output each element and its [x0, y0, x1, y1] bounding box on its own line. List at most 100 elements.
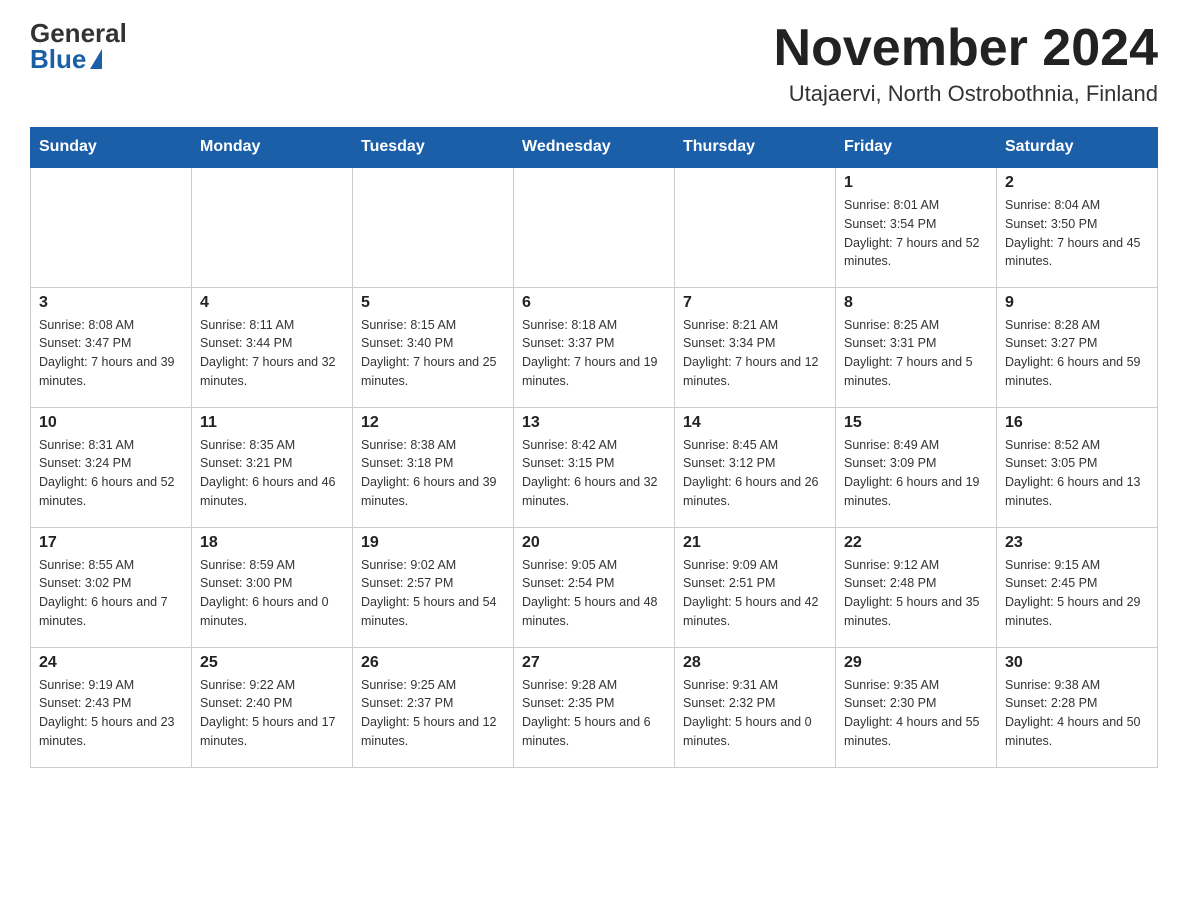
day-number: 23 — [1005, 534, 1149, 552]
calendar-cell: 1 Sunrise: 8:01 AMSunset: 3:54 PMDaylight… — [836, 167, 997, 287]
calendar-cell: 25Sunrise: 9:22 AMSunset: 2:40 PMDayligh… — [192, 647, 353, 767]
day-info: Sunrise: 8:52 AMSunset: 3:05 PMDaylight:… — [1005, 436, 1149, 511]
day-info: Sunrise: 8:49 AMSunset: 3:09 PMDaylight:… — [844, 436, 988, 511]
day-info: Sunrise: 9:15 AMSunset: 2:45 PMDaylight:… — [1005, 556, 1149, 631]
calendar-week-row: 10Sunrise: 8:31 AMSunset: 3:24 PMDayligh… — [31, 407, 1158, 527]
calendar-cell: 26 Sunrise: 9:25 AMSunset: 2:37 PMDayligh… — [353, 647, 514, 767]
day-number: 29 — [844, 654, 988, 672]
day-number: 9 — [1005, 294, 1149, 312]
day-number: 24 — [39, 654, 183, 672]
column-header-sunday: Sunday — [31, 128, 192, 168]
day-number: 2 — [1005, 174, 1149, 192]
day-info: Sunrise: 8:45 AMSunset: 3:12 PMDaylight:… — [683, 436, 827, 511]
day-info: Sunrise: 9:28 AMSunset: 2:35 PMDaylight:… — [522, 676, 666, 751]
day-number: 17 — [39, 534, 183, 552]
day-info: Sunrise: 8:18 AMSunset: 3:37 PMDaylight:… — [522, 316, 666, 391]
column-header-monday: Monday — [192, 128, 353, 168]
day-info: Sunrise: 9:02 AMSunset: 2:57 PMDaylight:… — [361, 556, 505, 631]
logo-triangle-icon — [90, 49, 102, 69]
day-info: Sunrise: 9:38 AMSunset: 2:28 PMDaylight:… — [1005, 676, 1149, 751]
day-info: Sunrise: 8:21 AMSunset: 3:34 PMDaylight:… — [683, 316, 827, 391]
calendar-cell — [353, 167, 514, 287]
calendar-cell: 16 Sunrise: 8:52 AMSunset: 3:05 PMDayligh… — [997, 407, 1158, 527]
day-info: Sunrise: 8:28 AMSunset: 3:27 PMDaylight:… — [1005, 316, 1149, 391]
calendar-week-row: 1 Sunrise: 8:01 AMSunset: 3:54 PMDaylight… — [31, 167, 1158, 287]
calendar-cell: 30Sunrise: 9:38 AMSunset: 2:28 PMDayligh… — [997, 647, 1158, 767]
day-info: Sunrise: 9:12 AMSunset: 2:48 PMDaylight:… — [844, 556, 988, 631]
calendar-cell: 19 Sunrise: 9:02 AMSunset: 2:57 PMDayligh… — [353, 527, 514, 647]
calendar-cell: 3 Sunrise: 8:08 AMSunset: 3:47 PMDaylight… — [31, 287, 192, 407]
calendar-cell: 5 Sunrise: 8:15 AMSunset: 3:40 PMDaylight… — [353, 287, 514, 407]
day-number: 1 — [844, 174, 988, 192]
day-info: Sunrise: 8:42 AMSunset: 3:15 PMDaylight:… — [522, 436, 666, 511]
calendar-cell: 29 Sunrise: 9:35 AMSunset: 2:30 PMDayligh… — [836, 647, 997, 767]
day-info: Sunrise: 8:01 AMSunset: 3:54 PMDaylight:… — [844, 196, 988, 271]
day-info: Sunrise: 9:25 AMSunset: 2:37 PMDaylight:… — [361, 676, 505, 751]
day-number: 26 — [361, 654, 505, 672]
column-header-thursday: Thursday — [675, 128, 836, 168]
calendar-week-row: 17Sunrise: 8:55 AMSunset: 3:02 PMDayligh… — [31, 527, 1158, 647]
calendar-cell — [514, 167, 675, 287]
calendar-cell: 10Sunrise: 8:31 AMSunset: 3:24 PMDayligh… — [31, 407, 192, 527]
calendar-cell: 18 Sunrise: 8:59 AMSunset: 3:00 PMDayligh… — [192, 527, 353, 647]
day-info: Sunrise: 8:08 AMSunset: 3:47 PMDaylight:… — [39, 316, 183, 391]
logo: General Blue — [30, 20, 127, 72]
day-info: Sunrise: 8:15 AMSunset: 3:40 PMDaylight:… — [361, 316, 505, 391]
day-info: Sunrise: 8:59 AMSunset: 3:00 PMDaylight:… — [200, 556, 344, 631]
column-header-friday: Friday — [836, 128, 997, 168]
column-header-wednesday: Wednesday — [514, 128, 675, 168]
day-number: 3 — [39, 294, 183, 312]
day-number: 14 — [683, 414, 827, 432]
logo-general-text: General — [30, 20, 127, 46]
day-number: 18 — [200, 534, 344, 552]
day-info: Sunrise: 8:11 AMSunset: 3:44 PMDaylight:… — [200, 316, 344, 391]
calendar-cell: 14 Sunrise: 8:45 AMSunset: 3:12 PMDayligh… — [675, 407, 836, 527]
day-number: 16 — [1005, 414, 1149, 432]
month-title: November 2024 — [774, 20, 1158, 77]
calendar-cell: 17Sunrise: 8:55 AMSunset: 3:02 PMDayligh… — [31, 527, 192, 647]
logo-blue-text: Blue — [30, 46, 102, 72]
calendar-cell: 23 Sunrise: 9:15 AMSunset: 2:45 PMDayligh… — [997, 527, 1158, 647]
day-number: 25 — [200, 654, 344, 672]
calendar-cell: 12 Sunrise: 8:38 AMSunset: 3:18 PMDayligh… — [353, 407, 514, 527]
calendar-cell: 27Sunrise: 9:28 AMSunset: 2:35 PMDayligh… — [514, 647, 675, 767]
day-number: 13 — [522, 414, 666, 432]
calendar-cell — [31, 167, 192, 287]
page-header: General Blue November 2024 Utajaervi, No… — [30, 20, 1158, 107]
calendar-cell: 20 Sunrise: 9:05 AMSunset: 2:54 PMDayligh… — [514, 527, 675, 647]
location-title: Utajaervi, North Ostrobothnia, Finland — [774, 81, 1158, 107]
calendar-cell: 28 Sunrise: 9:31 AMSunset: 2:32 PMDayligh… — [675, 647, 836, 767]
calendar-cell: 24Sunrise: 9:19 AMSunset: 2:43 PMDayligh… — [31, 647, 192, 767]
calendar-cell — [192, 167, 353, 287]
calendar-cell — [675, 167, 836, 287]
day-number: 20 — [522, 534, 666, 552]
day-number: 8 — [844, 294, 988, 312]
day-info: Sunrise: 8:25 AMSunset: 3:31 PMDaylight:… — [844, 316, 988, 391]
day-info: Sunrise: 8:38 AMSunset: 3:18 PMDaylight:… — [361, 436, 505, 511]
day-info: Sunrise: 9:31 AMSunset: 2:32 PMDaylight:… — [683, 676, 827, 751]
calendar-week-row: 3 Sunrise: 8:08 AMSunset: 3:47 PMDaylight… — [31, 287, 1158, 407]
calendar-cell: 4 Sunrise: 8:11 AMSunset: 3:44 PMDaylight… — [192, 287, 353, 407]
day-info: Sunrise: 8:04 AMSunset: 3:50 PMDaylight:… — [1005, 196, 1149, 271]
day-number: 19 — [361, 534, 505, 552]
day-number: 12 — [361, 414, 505, 432]
day-number: 15 — [844, 414, 988, 432]
calendar-cell: 11Sunrise: 8:35 AMSunset: 3:21 PMDayligh… — [192, 407, 353, 527]
title-area: November 2024 Utajaervi, North Ostroboth… — [774, 20, 1158, 107]
calendar-header-row: SundayMondayTuesdayWednesdayThursdayFrid… — [31, 128, 1158, 168]
day-info: Sunrise: 9:09 AMSunset: 2:51 PMDaylight:… — [683, 556, 827, 631]
calendar-cell: 22Sunrise: 9:12 AMSunset: 2:48 PMDayligh… — [836, 527, 997, 647]
day-number: 28 — [683, 654, 827, 672]
calendar-cell: 6Sunrise: 8:18 AMSunset: 3:37 PMDaylight… — [514, 287, 675, 407]
day-number: 5 — [361, 294, 505, 312]
column-header-saturday: Saturday — [997, 128, 1158, 168]
calendar-cell: 9 Sunrise: 8:28 AMSunset: 3:27 PMDaylight… — [997, 287, 1158, 407]
day-info: Sunrise: 9:35 AMSunset: 2:30 PMDaylight:… — [844, 676, 988, 751]
column-header-tuesday: Tuesday — [353, 128, 514, 168]
day-number: 4 — [200, 294, 344, 312]
day-number: 11 — [200, 414, 344, 432]
day-number: 21 — [683, 534, 827, 552]
calendar-cell: 2 Sunrise: 8:04 AMSunset: 3:50 PMDaylight… — [997, 167, 1158, 287]
day-info: Sunrise: 9:05 AMSunset: 2:54 PMDaylight:… — [522, 556, 666, 631]
calendar-cell: 15 Sunrise: 8:49 AMSunset: 3:09 PMDayligh… — [836, 407, 997, 527]
